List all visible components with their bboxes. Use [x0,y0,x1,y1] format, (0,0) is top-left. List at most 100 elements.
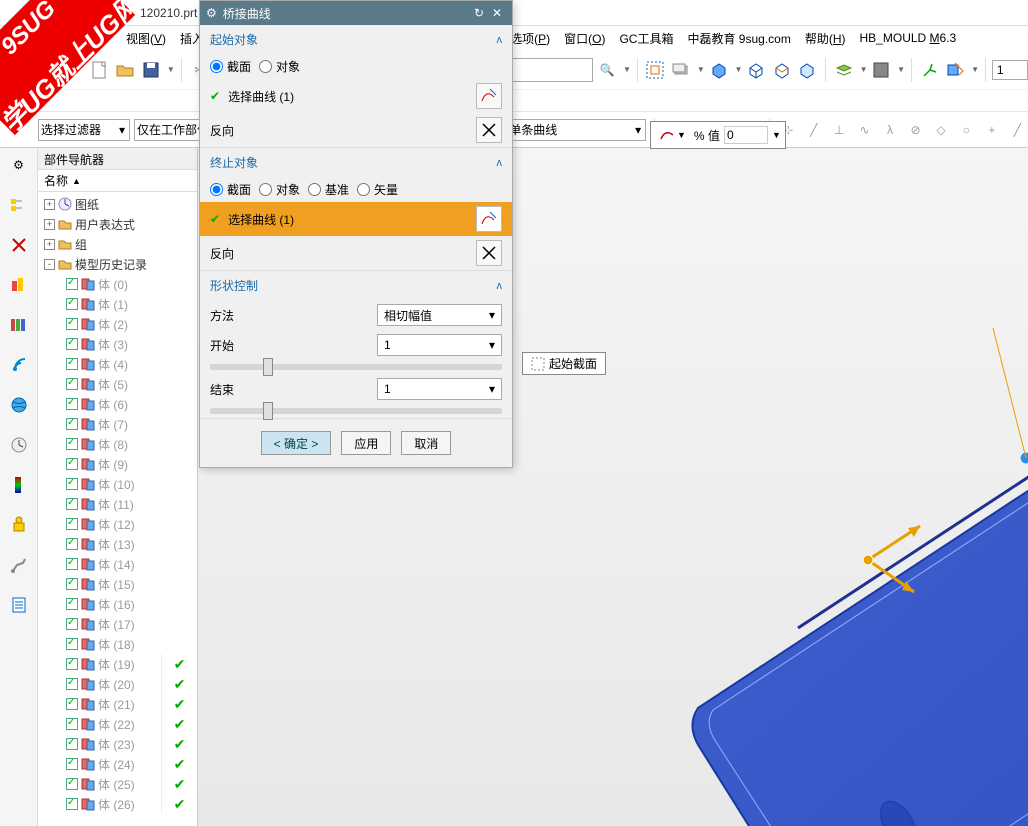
checkbox[interactable] [66,678,78,690]
tree-body-item[interactable]: 体 (11) [38,494,197,514]
snap-4[interactable]: ∿ [854,116,875,144]
checkbox[interactable] [66,578,78,590]
dialog-titlebar[interactable]: ⚙ 桥接曲线 ↻ ✕ [200,1,512,25]
tree-body-item[interactable]: 体 (23) [38,734,161,754]
section-end-object[interactable]: 终止对象ʌ [200,148,512,177]
checkbox[interactable] [66,718,78,730]
ok-button[interactable]: < 确定 > [261,431,332,455]
wire1-icon[interactable] [744,56,768,84]
fit-icon[interactable] [644,56,668,84]
checkbox[interactable] [66,698,78,710]
arm-icon[interactable] [8,554,30,576]
end-value[interactable]: 1▾ [377,378,502,400]
tree-body-item[interactable]: 体 (12) [38,514,197,534]
tree-body-item[interactable]: 体 (10) [38,474,197,494]
color-icon[interactable] [870,56,894,84]
checkbox[interactable] [66,658,78,670]
tree-body-item[interactable]: 体 (15) [38,574,197,594]
nav-icon[interactable] [8,194,30,216]
snap-3[interactable]: ⊥ [828,116,849,144]
checkbox[interactable] [66,338,78,350]
search-icon[interactable]: 🔍 [595,56,619,84]
toggle-icon[interactable]: + [44,219,55,230]
tree-body-item[interactable]: 体 (5) [38,374,197,394]
layer-icon[interactable] [832,56,856,84]
reverse-icon[interactable] [476,117,502,143]
nav-column-header[interactable]: 名称▲ [38,170,197,192]
tree-body-item[interactable]: 体 (24) [38,754,161,774]
checkbox[interactable] [66,758,78,770]
snap-9[interactable]: + [981,116,1002,144]
checkbox[interactable] [66,358,78,370]
tree-body-item[interactable]: 体 (3) [38,334,197,354]
float-mode-icon[interactable]: ▼ [655,127,690,143]
snap-5[interactable]: λ [879,116,900,144]
globe-icon[interactable] [8,394,30,416]
tree-body-item[interactable]: 体 (13) [38,534,197,554]
menu-edu[interactable]: 中磊教育 9sug.com [681,28,796,49]
section-start-object[interactable]: 起始对象ʌ [200,25,512,54]
menu-gc[interactable]: GC工具箱 [613,28,679,49]
checkbox[interactable] [66,478,78,490]
radio-section-2[interactable]: 截面 [210,181,251,198]
end-select-curve[interactable]: ✔ 选择曲线 (1) [200,202,512,236]
snap-6[interactable]: ⊘ [905,116,926,144]
end-slider[interactable] [210,408,502,414]
menu-help[interactable]: 帮助(H) [799,28,852,49]
curve-filter[interactable]: 单条曲线▾ [506,119,646,141]
toggle-icon[interactable]: + [44,239,55,250]
checkbox[interactable] [66,298,78,310]
tree-body-item[interactable]: 体 (0) [38,274,197,294]
checkbox[interactable] [66,618,78,630]
radio-vector[interactable]: 矢量 [357,181,398,198]
robot-icon[interactable] [8,514,30,536]
tree-body-item[interactable]: 体 (1) [38,294,197,314]
open-icon[interactable] [114,56,138,84]
checkbox[interactable] [66,538,78,550]
tree-body-item[interactable]: 体 (20) [38,674,161,694]
tree-item[interactable]: +图纸 [38,194,197,214]
trim-icon[interactable] [944,56,968,84]
tree-body-item[interactable]: 体 (14) [38,554,197,574]
type-filter[interactable]: 选择过滤器▾ [38,119,130,141]
start-value[interactable]: 1▾ [377,334,502,356]
tree-body-item[interactable]: 体 (19) [38,654,161,674]
float-value-field[interactable] [724,126,768,144]
checkbox[interactable] [66,738,78,750]
reuse-icon[interactable] [8,274,30,296]
checkbox[interactable] [66,498,78,510]
section-shape-control[interactable]: 形状控制ʌ [200,271,512,300]
tree-body-item[interactable]: 体 (8) [38,434,197,454]
method-select[interactable]: 相切幅值▾ [377,304,502,326]
checkbox[interactable] [66,378,78,390]
tree-body-item[interactable]: 体 (22) [38,714,161,734]
tree-body-item[interactable]: 体 (6) [38,394,197,414]
snap-10[interactable]: ╱ [1007,116,1028,144]
menu-view[interactable]: 视图(V) [120,28,172,49]
checkbox[interactable] [66,418,78,430]
toggle-icon[interactable]: - [44,259,55,270]
tree-body-item[interactable]: 体 (17) [38,614,197,634]
cancel-button[interactable]: 取消 [401,431,451,455]
float-value-input[interactable]: ▼ % 值 ▼ [650,121,786,149]
radio-object-2[interactable]: 对象 [259,181,300,198]
tree-item[interactable]: +组 [38,234,197,254]
gradient-icon[interactable] [8,474,30,496]
checkbox[interactable] [66,318,78,330]
checkbox[interactable] [66,778,78,790]
books-icon[interactable] [8,314,30,336]
save-dropdown[interactable]: ▼ [167,65,175,74]
checkbox[interactable] [66,638,78,650]
tree-item[interactable]: -模型历史记录 [38,254,197,274]
checkbox[interactable] [66,558,78,570]
nav-tree[interactable]: +图纸+用户表达式+组-模型历史记录体 (0)体 (1)体 (2)体 (3)体 … [38,192,197,826]
close-icon[interactable]: ✕ [488,4,506,22]
curve-picker-icon[interactable] [476,83,502,109]
snap-7[interactable]: ◇ [930,116,951,144]
wire2-icon[interactable] [770,56,794,84]
start-slider[interactable] [210,364,502,370]
radio-datum[interactable]: 基准 [308,181,349,198]
tree-body-item[interactable]: 体 (21) [38,694,161,714]
radio-object-1[interactable]: 对象 [259,58,300,75]
tree-body-item[interactable]: 体 (2) [38,314,197,334]
